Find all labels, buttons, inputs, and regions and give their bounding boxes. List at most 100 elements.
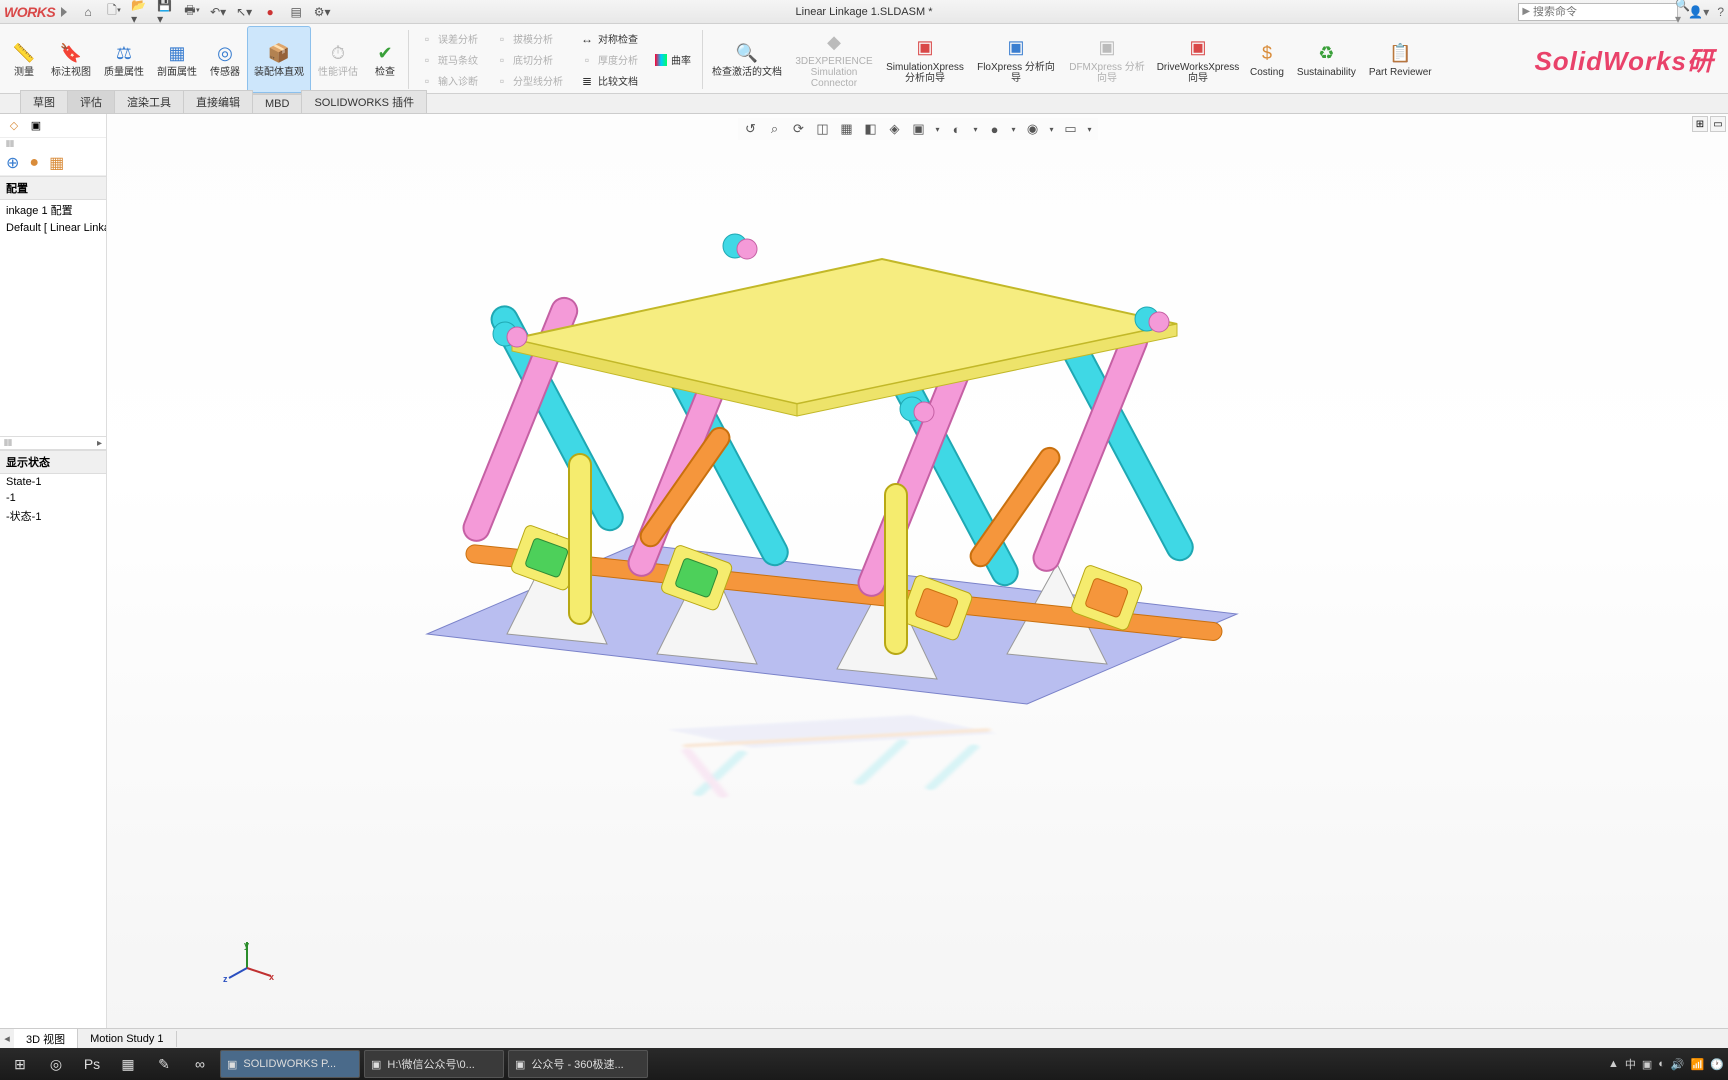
view-triad[interactable]: y x z bbox=[227, 938, 277, 988]
main-area: ◇ ▣ ⦀⦀ ⊕ ● ▦ 配置 inkage 1 配置Default [ Lin… bbox=[0, 114, 1728, 1028]
tab-MBD[interactable]: MBD bbox=[252, 94, 302, 113]
taskbar-pinned[interactable]: ◎ bbox=[40, 1050, 72, 1078]
ribbon-FloXpress-分析向导[interactable]: ▣FloXpress 分析向导 bbox=[971, 26, 1061, 93]
view-tool-icon[interactable]: ◧ bbox=[862, 120, 880, 138]
ribbon-SimulationXpress-分析向导[interactable]: ▣SimulationXpress 分析向导 bbox=[880, 26, 970, 93]
search-input[interactable] bbox=[1533, 6, 1675, 18]
taskbar-pinned[interactable]: ⊞ bbox=[4, 1050, 36, 1078]
ribbon-Part-Reviewer[interactable]: 📋Part Reviewer bbox=[1363, 26, 1438, 93]
ribbon-曲率[interactable]: 曲率 bbox=[651, 50, 695, 70]
tab-SOLIDWORKS 插件[interactable]: SOLIDWORKS 插件 bbox=[301, 90, 427, 113]
view-tool-icon[interactable]: ▾ bbox=[934, 120, 942, 138]
tray-icon[interactable]: ▣ bbox=[1642, 1058, 1652, 1071]
displaystate-item[interactable]: -1 bbox=[0, 490, 106, 506]
help-icon[interactable]: ? bbox=[1717, 5, 1724, 19]
ribbon-检查激活的文档[interactable]: 🔍检查激活的文档 bbox=[706, 26, 788, 93]
view-tool-icon[interactable]: ▭ bbox=[1062, 120, 1080, 138]
bottom-tab-Motion-Study-1[interactable]: Motion Study 1 bbox=[78, 1031, 176, 1047]
displaystate-item[interactable]: -状态-1 bbox=[0, 506, 106, 526]
model-view[interactable] bbox=[407, 194, 1257, 734]
taskbar-pinned[interactable]: ✎ bbox=[148, 1050, 180, 1078]
tray-icon[interactable]: ◐ bbox=[1658, 1058, 1665, 1070]
logo-arrow-icon[interactable] bbox=[61, 7, 67, 17]
ribbon-标注视图[interactable]: 🔖标注视图 bbox=[45, 26, 97, 93]
ribbon-测量[interactable]: 📏测量 bbox=[4, 26, 44, 93]
open-icon[interactable]: 📂▾ bbox=[131, 3, 149, 21]
tray-icon[interactable]: 📶 bbox=[1691, 1058, 1705, 1071]
ribbon-传感器[interactable]: ◎传感器 bbox=[204, 26, 246, 93]
view-tool-icon[interactable]: ⟳ bbox=[790, 120, 808, 138]
view-tool-icon[interactable]: ▣ bbox=[910, 120, 928, 138]
view-tool-icon[interactable]: ◈ bbox=[886, 120, 904, 138]
view-tool-icon[interactable]: ▦ bbox=[838, 120, 856, 138]
ribbon-icon: ♻ bbox=[1314, 41, 1338, 65]
save-icon[interactable]: 💾▾ bbox=[157, 3, 175, 21]
sidebar-splitter[interactable]: ⦀⦀▸ bbox=[0, 436, 106, 450]
ribbon-Sustainability[interactable]: ♻Sustainability bbox=[1291, 26, 1362, 93]
search-box[interactable]: ▶ 🔍▾ bbox=[1518, 3, 1678, 21]
view-tool-icon[interactable]: ▾ bbox=[1048, 120, 1056, 138]
select-icon[interactable]: ↖▾ bbox=[235, 3, 253, 21]
system-tray: ▲ 中 ▣ ◐ 🔊 📶 🕐 bbox=[1608, 1056, 1724, 1072]
config-item[interactable]: Default [ Linear Linkag bbox=[0, 220, 106, 236]
bottom-tab-3D-视图[interactable]: 3D 视图 bbox=[14, 1029, 78, 1049]
config-icon[interactable]: ▦ bbox=[49, 153, 64, 173]
search-play-icon: ▶ bbox=[1522, 6, 1530, 17]
config-icon[interactable]: ● bbox=[29, 154, 39, 172]
displaystate-item[interactable]: State-1 bbox=[0, 474, 106, 490]
undo-icon[interactable]: ↶▾ bbox=[209, 3, 227, 21]
ribbon-装配体直观[interactable]: 📦装配体直观 bbox=[247, 26, 311, 93]
sidebar-grip[interactable]: ⦀⦀ bbox=[0, 138, 106, 150]
view-tool-icon[interactable]: ⌕ bbox=[766, 120, 784, 138]
view-tool-icon[interactable]: ▾ bbox=[1010, 120, 1018, 138]
tab-草图[interactable]: 草图 bbox=[20, 90, 68, 113]
stack-icon: ≣ bbox=[580, 74, 594, 88]
tab-scroll-left-icon[interactable]: ◂ bbox=[0, 1032, 14, 1045]
config-item[interactable]: inkage 1 配置 bbox=[0, 200, 106, 220]
taskbar-pinned[interactable]: ▦ bbox=[112, 1050, 144, 1078]
ribbon-stack: ↔对称检查▫厚度分析≣比较文档 bbox=[572, 26, 646, 93]
ribbon-DriveWorksXpress-向导[interactable]: ▣DriveWorksXpress 向导 bbox=[1153, 26, 1243, 93]
ribbon-比较文档[interactable]: ≣比较文档 bbox=[576, 71, 642, 91]
tray-icon[interactable]: 中 bbox=[1625, 1056, 1636, 1072]
sidebar-icon[interactable]: ▣ bbox=[28, 118, 44, 134]
graphics-viewport[interactable]: ↺ ⌕ ⟳ ◫ ▦ ◧ ◈ ▣ ▾ ◐ ▾ ● ▾ ◉ ▾ ▭ ▾ ⊞ ▭ bbox=[107, 114, 1728, 1028]
sidebar-icon[interactable]: ◇ bbox=[6, 118, 22, 134]
options-icon[interactable]: ▤ bbox=[287, 3, 305, 21]
ribbon-icon: ▣ bbox=[1186, 36, 1210, 60]
tab-直接编辑[interactable]: 直接编辑 bbox=[183, 90, 253, 113]
rebuild-icon[interactable]: ● bbox=[261, 3, 279, 21]
ribbon-检查[interactable]: ✔检查 bbox=[365, 26, 405, 93]
ribbon-质量属性[interactable]: ⚖质量属性 bbox=[98, 26, 150, 93]
stack-icon: ▫ bbox=[580, 53, 594, 67]
home-icon[interactable]: ⌂ bbox=[79, 3, 97, 21]
tray-icon[interactable]: ▲ bbox=[1608, 1058, 1619, 1070]
tab-评估[interactable]: 评估 bbox=[67, 90, 115, 113]
view-tool-icon[interactable]: ↺ bbox=[742, 120, 760, 138]
ribbon-对称检查[interactable]: ↔对称检查 bbox=[576, 29, 642, 49]
view-tool-icon[interactable]: ◫ bbox=[814, 120, 832, 138]
viewport-max-icon[interactable]: ▭ bbox=[1710, 116, 1726, 132]
taskbar-window[interactable]: ▣H:\微信公众号\0... bbox=[364, 1050, 504, 1078]
view-tool-icon[interactable]: ◉ bbox=[1024, 120, 1042, 138]
settings-icon[interactable]: ⚙▾ bbox=[313, 3, 331, 21]
taskbar-window[interactable]: ▣公众号 - 360极速... bbox=[508, 1050, 648, 1078]
viewport-tile-icon[interactable]: ⊞ bbox=[1692, 116, 1708, 132]
user-icon[interactable]: 👤▾ bbox=[1688, 5, 1709, 19]
sidebar-header-displaystate: 显示状态 bbox=[0, 450, 106, 474]
config-icon[interactable]: ⊕ bbox=[6, 153, 19, 173]
tab-渲染工具[interactable]: 渲染工具 bbox=[114, 90, 184, 113]
view-tool-icon[interactable]: ● bbox=[986, 120, 1004, 138]
view-tool-icon[interactable]: ▾ bbox=[972, 120, 980, 138]
taskbar-pinned[interactable]: Ps bbox=[76, 1050, 108, 1078]
ribbon-剖面属性[interactable]: ▦剖面属性 bbox=[151, 26, 203, 93]
ribbon-Costing[interactable]: $Costing bbox=[1244, 26, 1290, 93]
view-tool-icon[interactable]: ▾ bbox=[1086, 120, 1094, 138]
tray-icon[interactable]: 🕐 bbox=[1710, 1058, 1724, 1071]
taskbar-window[interactable]: ▣SOLIDWORKS P... bbox=[220, 1050, 360, 1078]
view-tool-icon[interactable]: ◐ bbox=[948, 120, 966, 138]
taskbar-pinned[interactable]: ∞ bbox=[184, 1050, 216, 1078]
tray-icon[interactable]: 🔊 bbox=[1671, 1058, 1685, 1071]
print-icon[interactable]: 🖶▾ bbox=[183, 3, 201, 21]
new-icon[interactable]: 🗋▾ bbox=[105, 3, 123, 21]
